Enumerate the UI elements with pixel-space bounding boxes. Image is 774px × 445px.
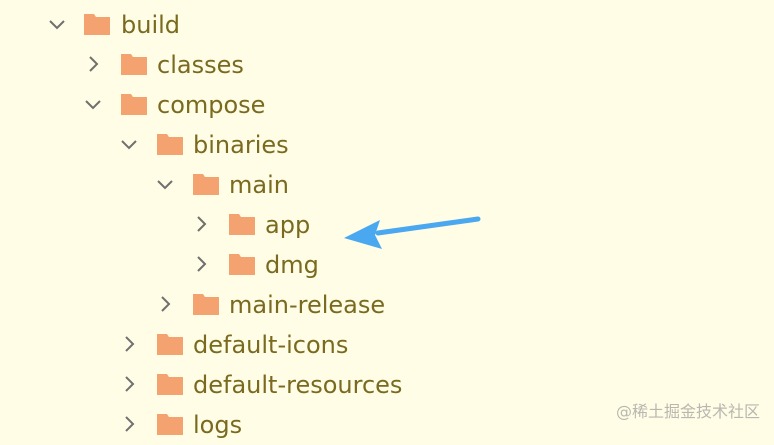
folder-icon <box>192 172 220 196</box>
tree-item-build[interactable]: build <box>0 5 774 45</box>
arrow-left-icon <box>330 205 490 271</box>
tree-item-label: build <box>121 11 181 39</box>
chevron-right-icon[interactable] <box>120 415 138 433</box>
chevron-right-icon[interactable] <box>156 295 174 313</box>
chevron-right-icon[interactable] <box>120 335 138 353</box>
tree-item-label: binaries <box>193 131 289 159</box>
folder-icon <box>192 292 220 316</box>
folder-icon <box>156 412 184 436</box>
folder-icon <box>83 12 111 36</box>
tree-item-compose[interactable]: compose <box>0 85 774 125</box>
folder-icon <box>228 252 256 276</box>
tree-item-label: app <box>265 211 311 239</box>
chevron-right-icon[interactable] <box>192 215 210 233</box>
tree-item-label: compose <box>157 91 266 119</box>
tree-item-label: dmg <box>265 251 319 279</box>
chevron-right-icon[interactable] <box>192 255 210 273</box>
tree-item-label: default-icons <box>193 331 349 359</box>
tree-item-label: main-release <box>229 291 386 319</box>
chevron-down-icon[interactable] <box>120 135 138 153</box>
tree-item-main[interactable]: main <box>0 165 774 205</box>
folder-icon <box>156 332 184 356</box>
tree-item-label: classes <box>157 51 244 79</box>
folder-icon <box>156 132 184 156</box>
tree-item-label: main <box>229 171 289 199</box>
chevron-right-icon[interactable] <box>120 375 138 393</box>
tree-item-default-icons[interactable]: default-icons <box>0 325 774 365</box>
folder-icon <box>228 212 256 236</box>
chevron-right-icon[interactable] <box>84 55 102 73</box>
folder-icon <box>120 52 148 76</box>
tree-item-label: logs <box>193 411 243 439</box>
chevron-down-icon[interactable] <box>84 95 102 113</box>
watermark: @稀土掘金技术社区 <box>615 402 760 421</box>
project-tree: build classes compose binaries main app … <box>0 0 774 439</box>
folder-icon <box>120 92 148 116</box>
tree-item-classes[interactable]: classes <box>0 45 774 85</box>
chevron-down-icon[interactable] <box>156 175 174 193</box>
tree-item-label: default-resources <box>193 371 403 399</box>
tree-item-binaries[interactable]: binaries <box>0 125 774 165</box>
folder-icon <box>156 372 184 396</box>
tree-item-main-release[interactable]: main-release <box>0 285 774 325</box>
chevron-down-icon[interactable] <box>48 15 66 33</box>
